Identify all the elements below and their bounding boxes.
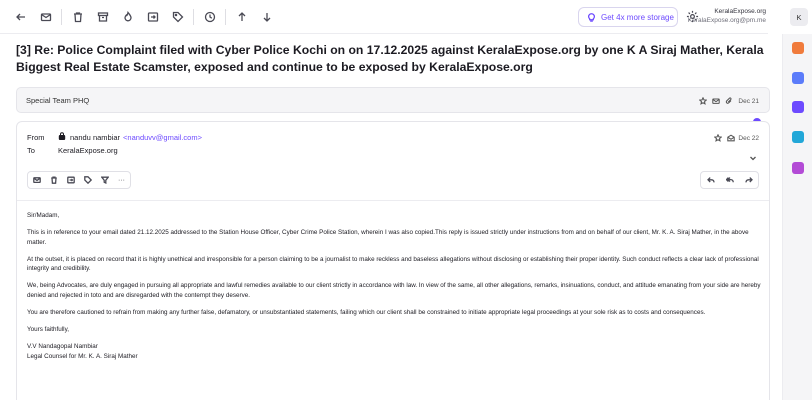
message-actions: ···	[27, 171, 131, 189]
drive-app-icon[interactable]	[792, 131, 804, 143]
back-icon[interactable]	[8, 7, 33, 27]
avatar[interactable]: K	[790, 8, 808, 26]
to-label: To	[27, 146, 35, 155]
from-label: From	[27, 132, 45, 142]
account-info[interactable]: KeralaExpose.org KeralaExpose.org@pm.me	[688, 7, 766, 25]
message-card: From nandu nambiar <nanduvv@gmail.com> T…	[16, 121, 770, 400]
email-subject: [3] Re: Police Complaint filed with Cybe…	[16, 43, 764, 74]
trash-icon[interactable]	[45, 172, 62, 188]
body-paragraph: Yours faithfully,	[27, 326, 70, 334]
toolbar-divider	[225, 8, 226, 25]
snooze-icon[interactable]	[197, 7, 222, 27]
account-name: KeralaExpose.org	[714, 8, 766, 15]
body-paragraph: This is in reference to your email dated…	[27, 229, 749, 246]
sender-email[interactable]: <nanduvv@gmail.com>	[123, 133, 202, 142]
body-paragraph: We, being Advocates, are duly engaged in…	[27, 282, 761, 300]
body-paragraph: You are therefore cautioned to refrain f…	[27, 309, 706, 317]
more-button[interactable]: ···	[113, 172, 130, 188]
sender-name[interactable]: nandu nambiar	[70, 133, 120, 142]
body-paragraph: Sir/Madam,	[27, 212, 60, 219]
collapsed-message[interactable]: Special Team PHQ Dec 21	[16, 87, 770, 113]
account-email: KeralaExpose.org@pm.me	[687, 17, 766, 24]
envelope-icon	[711, 96, 721, 106]
message-date: Dec 22	[738, 134, 759, 142]
star-icon[interactable]	[713, 133, 723, 143]
next-icon[interactable]	[254, 7, 279, 27]
message-body: Sir/Madam, This is in reference to your …	[27, 211, 761, 362]
recipient[interactable]: KeralaExpose.org	[58, 146, 118, 155]
signature-title: Legal Counsel for Mr. K. A. Siraj Mather	[27, 352, 138, 360]
body-paragraph: At the outset, it is placed on record th…	[27, 255, 759, 273]
collapsed-date: Dec 21	[738, 97, 759, 105]
collapsed-sender: Special Team PHQ	[26, 95, 90, 105]
calendar-app-icon[interactable]	[792, 72, 804, 84]
toolbar-divider	[61, 8, 62, 25]
get-more-storage-button[interactable]: Get 4x more storage	[578, 7, 678, 27]
move-icon[interactable]	[62, 172, 79, 188]
filter-icon[interactable]	[96, 172, 113, 188]
forward-icon[interactable]	[739, 172, 758, 188]
lock-icon	[58, 132, 66, 142]
mark-unread-icon[interactable]	[28, 172, 45, 188]
label-icon[interactable]	[79, 172, 96, 188]
signature-name: V.V Nandagopal Nambiar	[27, 343, 98, 351]
chevron-down-icon[interactable]	[749, 149, 757, 167]
move-icon[interactable]	[140, 7, 165, 27]
envelope-open-icon	[726, 133, 736, 143]
to-row: To KeralaExpose.org	[27, 146, 118, 155]
archive-icon[interactable]	[90, 7, 115, 27]
previous-icon[interactable]	[229, 7, 254, 27]
message-meta: Dec 22	[710, 133, 759, 143]
trash-icon[interactable]	[65, 7, 90, 27]
storage-button-label: Get 4x more storage	[601, 12, 674, 22]
toolbar-divider	[193, 8, 194, 25]
from-row: From nandu nambiar <nanduvv@gmail.com>	[27, 132, 202, 142]
attachment-icon	[724, 96, 734, 106]
header-divider	[17, 200, 769, 201]
reply-actions	[700, 171, 759, 189]
label-icon[interactable]	[165, 7, 190, 27]
vpn-app-icon[interactable]	[792, 101, 804, 113]
star-icon[interactable]	[698, 96, 708, 106]
pass-app-icon[interactable]	[792, 162, 804, 174]
reply-all-icon[interactable]	[720, 172, 739, 188]
contacts-app-icon[interactable]	[792, 42, 804, 54]
lightbulb-icon	[587, 12, 596, 22]
mark-unread-icon[interactable]	[33, 7, 58, 27]
spam-icon[interactable]	[115, 7, 140, 27]
collapsed-meta: Dec 21	[695, 96, 759, 106]
app-switcher-rail	[782, 34, 812, 400]
reply-icon[interactable]	[701, 172, 720, 188]
